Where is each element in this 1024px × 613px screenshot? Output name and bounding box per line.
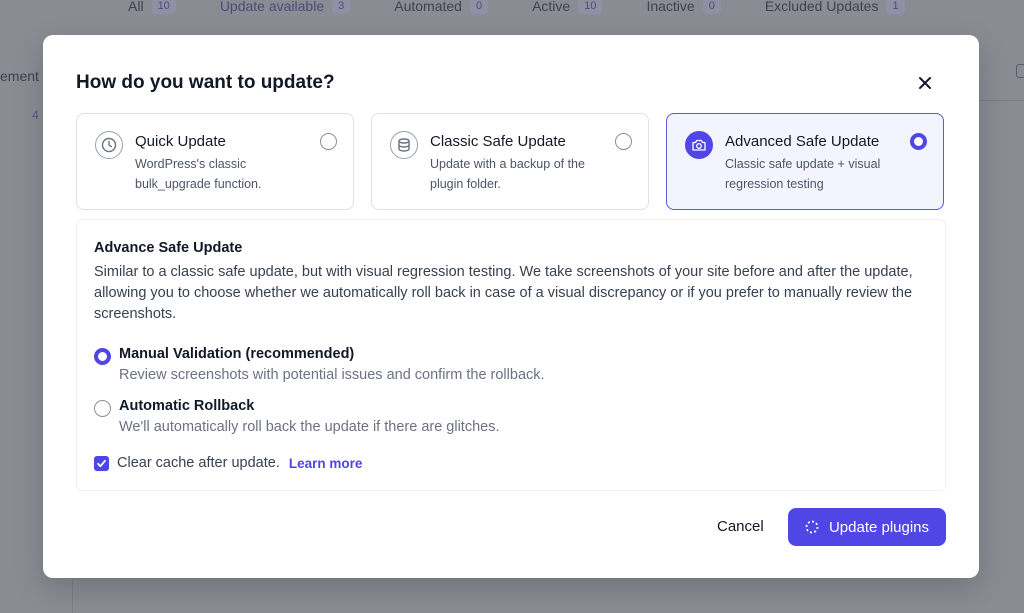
tab-inactive[interactable]: Inactive 0 [646, 0, 721, 14]
database-icon [390, 131, 418, 159]
option-radio[interactable] [910, 133, 927, 150]
choice-description: Review screenshots with potential issues… [119, 367, 545, 383]
modal-title: How do you want to update? [76, 72, 335, 93]
choice-automatic-rollback[interactable]: Automatic Rollback We'll automatically r… [94, 398, 500, 435]
choice-manual-validation[interactable]: Manual Validation (recommended) Review s… [94, 346, 545, 383]
choice-title: Automatic Rollback [119, 398, 255, 414]
checkmark-icon [97, 459, 106, 467]
update-plugins-label: Update plugins [828, 518, 930, 536]
choice-radio[interactable] [94, 348, 111, 365]
option-description: Update with a backup of the plugin folde… [430, 157, 585, 191]
update-method-options: Quick Update WordPress's classic bulk_up… [76, 113, 944, 210]
tab-label: Automated [394, 0, 462, 14]
tab-label: All [128, 0, 144, 14]
divider [980, 100, 1024, 101]
filter-tabs: All 10 Update available 3 Automated 0 Activ… [128, 0, 949, 16]
camera-check-icon [685, 131, 713, 159]
choice-title: Manual Validation (recommended) [119, 346, 355, 362]
close-button[interactable] [915, 73, 935, 93]
tab-count: 1 [886, 0, 905, 14]
update-plugins-button[interactable]: Update plugins [788, 508, 946, 546]
option-radio[interactable] [320, 133, 337, 150]
tab-count: 3 [332, 0, 351, 14]
learn-more-link[interactable]: Learn more [289, 456, 363, 471]
close-icon [919, 77, 931, 89]
option-title: Quick Update [135, 133, 226, 150]
choice-radio[interactable] [94, 400, 111, 417]
sidebar-count: 4 [32, 108, 39, 122]
cancel-button[interactable]: Cancel [717, 518, 764, 535]
advanced-safe-update-details: Advance Safe Update Similar to a classic… [76, 219, 946, 491]
tab-excluded-updates[interactable]: Excluded Updates 1 [765, 0, 905, 14]
tab-count: 0 [469, 0, 489, 14]
option-advanced-safe-update[interactable]: Advanced Safe Update Classic safe update… [666, 113, 944, 210]
option-description: Classic safe update + visual regression … [725, 157, 881, 191]
option-title: Advanced Safe Update [725, 133, 880, 150]
detail-title: Advance Safe Update [94, 240, 243, 256]
option-description: WordPress's classic bulk_upgrade functio… [135, 157, 262, 191]
sidebar-label: ement [0, 68, 39, 84]
tab-label: Update available [219, 0, 325, 14]
option-radio[interactable] [615, 133, 632, 150]
clear-cache-label: Clear cache after update. [117, 455, 280, 471]
tab-all[interactable]: All 10 [128, 0, 176, 14]
clock-icon [95, 131, 123, 159]
option-classic-safe-update[interactable]: Classic Safe Update Update with a backup… [371, 113, 649, 210]
tab-label: Inactive [646, 0, 695, 14]
tab-count: 10 [578, 0, 603, 14]
tab-label: Active [532, 0, 571, 14]
detail-description: Similar to a classic safe update, but wi… [94, 264, 913, 322]
option-quick-update[interactable]: Quick Update WordPress's classic bulk_up… [76, 113, 354, 210]
tab-count: 0 [702, 0, 721, 14]
tab-update-available[interactable]: Update available 3 [219, 0, 351, 14]
spinner-icon [805, 520, 819, 534]
tab-count: 10 [151, 0, 176, 14]
update-modal: How do you want to update? Quick Update … [43, 35, 979, 578]
tab-label: Excluded Updates [764, 0, 879, 14]
option-title: Classic Safe Update [430, 133, 566, 150]
tab-active[interactable]: Active 10 [532, 0, 603, 14]
clear-cache-row: Clear cache after update. Learn more [94, 455, 362, 471]
tab-automated[interactable]: Automated 0 [394, 0, 489, 14]
clear-cache-checkbox[interactable] [94, 455, 109, 471]
lock-icon [1016, 64, 1024, 78]
choice-description: We'll automatically roll back the update… [119, 419, 500, 435]
